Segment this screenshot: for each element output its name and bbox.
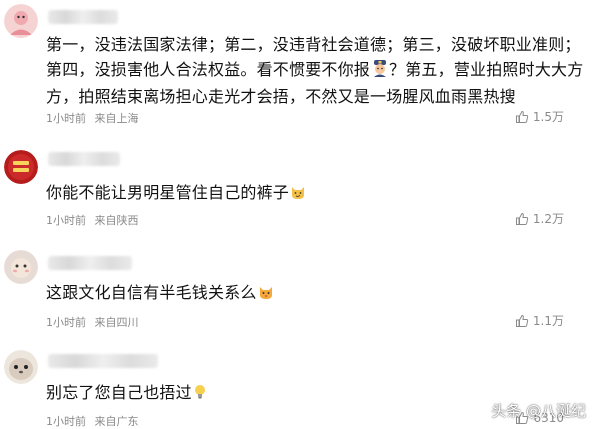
comment-time: 1小时前 xyxy=(46,112,86,125)
comment-location: 来自陕西 xyxy=(94,214,139,227)
avatar[interactable] xyxy=(4,250,38,284)
comment-location: 来自四川 xyxy=(94,316,139,329)
username-blurred[interactable] xyxy=(48,152,120,166)
comment-item: 你能不能让男明星管住自己的裤子 1小时前 来自陕西 1.2万 xyxy=(0,140,600,240)
avatar[interactable] xyxy=(4,150,38,184)
username-blurred[interactable] xyxy=(48,354,158,368)
comment-meta: 1小时前 来自广东 xyxy=(46,413,144,429)
comment-text: 你能不能让男明星管住自己的裤子 xyxy=(46,180,586,207)
comment-text: 第一，没违法国家法律；第二，没违背社会道德；第三，没破坏职业准则；第四，没损害他… xyxy=(46,35,584,106)
comment-meta: 1小时前 来自陕西 xyxy=(46,212,144,228)
comment-text: 这跟文化自信有半毛钱关系么 xyxy=(46,280,586,307)
user-avatar-pink-icon xyxy=(4,4,38,38)
like-count: 1.2万 xyxy=(532,212,564,226)
thumbs-up-icon xyxy=(515,212,529,225)
smirking-cat-emoji xyxy=(290,182,306,207)
thumbs-up-icon xyxy=(515,314,529,327)
comment-item: 这跟文化自信有半毛钱关系么 1小时前 来自四川 1.1万 xyxy=(0,240,600,340)
like-button[interactable]: 1.2万 xyxy=(515,210,564,227)
comment-meta: 1小时前 来自四川 xyxy=(46,314,144,330)
lightbulb-emoji xyxy=(193,382,207,407)
comment-time: 1小时前 xyxy=(46,415,86,428)
username-blurred[interactable] xyxy=(48,256,132,270)
like-button[interactable]: 1.5万 xyxy=(515,108,564,125)
thumbs-up-icon xyxy=(515,110,529,123)
user-avatar-red-icon xyxy=(4,150,38,184)
comment-location: 来自上海 xyxy=(94,112,139,125)
comment-item: 第一，没违法国家法律；第二，没违背社会道德；第三，没破坏职业准则；第四，没损害他… xyxy=(0,0,600,126)
username-blurred[interactable] xyxy=(48,10,118,24)
comment-time: 1小时前 xyxy=(46,316,86,329)
user-avatar-gray-icon xyxy=(4,250,38,284)
user-avatar-seal-icon xyxy=(4,350,38,384)
like-count: 1.1万 xyxy=(532,314,564,328)
like-count: 1.5万 xyxy=(532,110,564,124)
comment-meta: 1小时前 来自上海 xyxy=(46,110,144,126)
avatar[interactable] xyxy=(4,4,38,38)
cat-face-emoji xyxy=(258,282,274,307)
police-officer-emoji xyxy=(371,59,389,84)
comment-time: 1小时前 xyxy=(46,214,86,227)
watermark-text: 头条 @八诞纪 xyxy=(491,402,586,420)
avatar[interactable] xyxy=(4,350,38,384)
watermark: 头条 @八诞纪 xyxy=(491,400,586,421)
comment-location: 来自广东 xyxy=(94,415,139,428)
like-button[interactable]: 1.1万 xyxy=(515,312,564,329)
